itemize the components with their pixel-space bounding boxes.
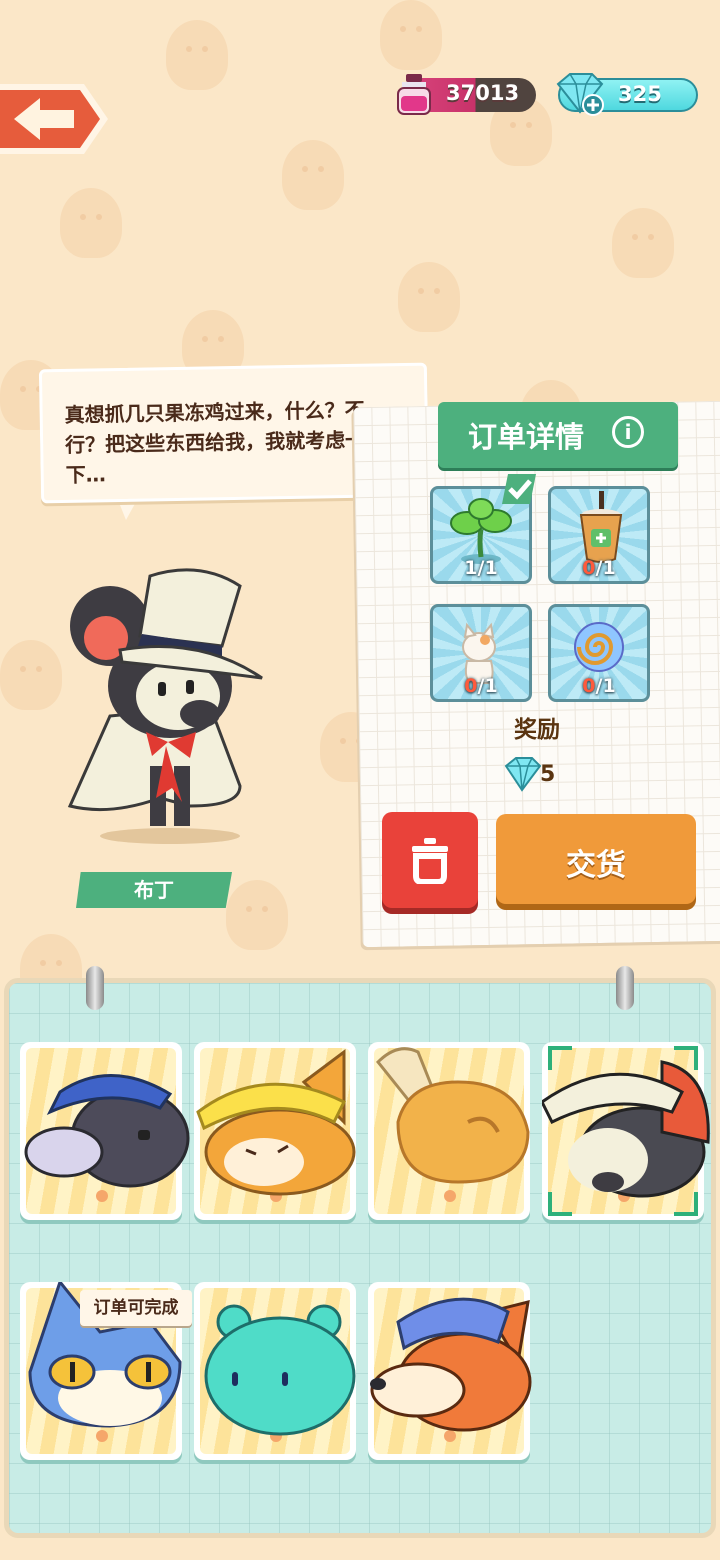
card-orange-fox-blue-cap[interactable] — [368, 1282, 532, 1460]
ink-bottle-icon — [397, 74, 431, 115]
info-icon[interactable]: i — [612, 416, 644, 448]
order-item-slot-3[interactable]: 0/1 — [430, 604, 532, 702]
npc-speech-text: 真想抓几只果冻鸡过来，什么？不行？把这些东西给我，我就考虑一下… — [64, 397, 366, 487]
order-item-count-4: 0/1 — [582, 675, 616, 697]
mouse-magician-character — [67, 568, 263, 844]
order-details-title: 订单详情 — [468, 420, 585, 454]
order-item-count-1: 1/1 — [464, 557, 498, 579]
gray-donkey-character-icon — [24, 1074, 190, 1188]
reward-gem-icon — [504, 757, 542, 792]
ink-count: 37013 — [446, 81, 520, 105]
card-teal-bear[interactable] — [194, 1282, 356, 1460]
gem-resource[interactable]: 325 — [556, 73, 698, 116]
orange-fox-character-icon — [370, 1297, 532, 1432]
back-arrow-icon — [0, 84, 108, 154]
discard-order-button[interactable] — [382, 812, 478, 908]
binder-ring-right — [616, 966, 634, 1010]
selection-corner — [674, 1046, 698, 1070]
checkmark-icon — [502, 474, 536, 504]
card-mouse-top-hat[interactable] — [542, 1042, 710, 1220]
order-item-slot-2[interactable]: 0/1 — [548, 486, 650, 584]
trash-icon — [412, 838, 448, 884]
card-gray-donkey-blue-cap[interactable] — [20, 1042, 190, 1220]
reward-amount: 5 — [540, 762, 556, 787]
roast-chicken-icon — [375, 1047, 530, 1184]
gem-count: 325 — [618, 82, 662, 106]
selection-corner — [548, 1046, 572, 1070]
npc-name-tag: 布丁 — [76, 872, 232, 908]
order-item-slot-4[interactable]: 0/1 — [548, 604, 650, 702]
ink-resource: 37013 — [397, 74, 536, 115]
order-item-count-3: 0/1 — [464, 675, 498, 697]
add-gem-icon[interactable] — [582, 94, 604, 116]
binder-ring-left — [86, 966, 104, 1010]
teal-bear-character-icon — [204, 1304, 356, 1436]
card-shiba-yellow-hat[interactable] — [194, 1042, 356, 1220]
bottom-strip — [0, 1538, 720, 1560]
deliver-button[interactable]: 交货 — [496, 814, 696, 904]
order-completable-tag: 订单可完成 — [80, 1290, 192, 1326]
back-button[interactable] — [0, 80, 110, 158]
selection-corner — [674, 1192, 698, 1216]
reward-label: 奖励 — [514, 717, 560, 743]
deliver-label: 交货 — [566, 848, 626, 883]
shiba-dog-character-icon — [196, 1049, 356, 1196]
selection-corner — [548, 1192, 572, 1216]
card-roast-chicken[interactable] — [368, 1042, 530, 1220]
order-item-count-2: 0/1 — [582, 557, 616, 579]
order-details-header: 订单详情 i — [438, 402, 678, 468]
